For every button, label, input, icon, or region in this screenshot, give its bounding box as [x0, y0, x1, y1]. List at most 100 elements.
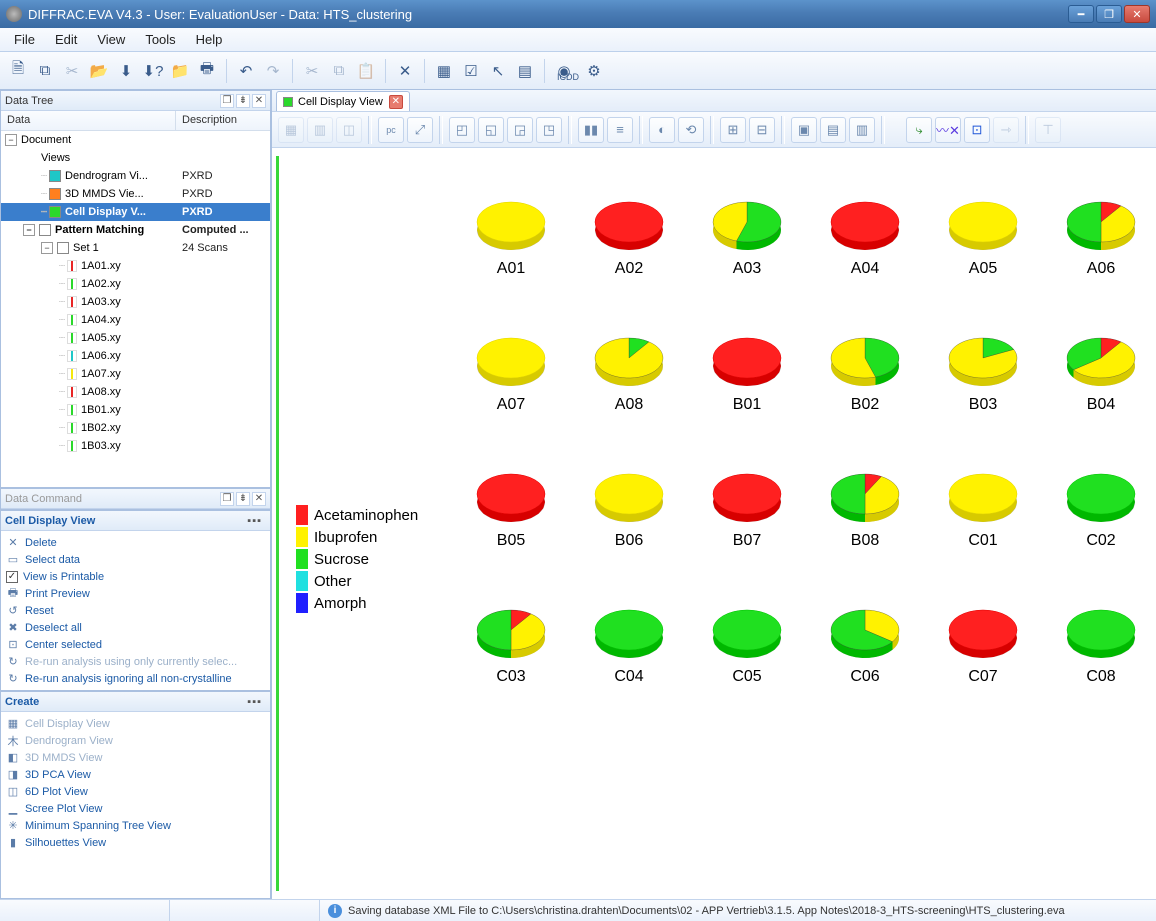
vtb-g3-icon[interactable]: ▥ — [849, 117, 875, 143]
pie-cell-B01[interactable]: B01 — [688, 334, 806, 414]
pie-cell-A05[interactable]: A05 — [924, 198, 1042, 278]
tree-views[interactable]: Views — [1, 149, 270, 167]
column-data[interactable]: Data — [1, 111, 176, 130]
tree-scan-item[interactable]: ┈1A02.xy — [1, 275, 270, 293]
vtb-pc-icon[interactable]: pc — [378, 117, 404, 143]
toolbar-cut2-icon[interactable]: ✂ — [300, 59, 324, 83]
pie-cell-C06[interactable]: C06 — [806, 606, 924, 686]
pie-cell-A08[interactable]: A08 — [570, 334, 688, 414]
vtb-g2-icon[interactable]: ▤ — [820, 117, 846, 143]
window-minimize-button[interactable]: ━ — [1068, 5, 1094, 23]
pie-cell-C08[interactable]: C08 — [1042, 606, 1156, 686]
vtb-tree-icon[interactable]: ⇾ — [993, 117, 1019, 143]
create-option[interactable]: ◫6D Plot View — [4, 783, 267, 800]
toolbar-paste-icon[interactable]: 📋 — [354, 59, 378, 83]
vtb-g1-icon[interactable]: ▣ — [791, 117, 817, 143]
pie-cell-A03[interactable]: A03 — [688, 198, 806, 278]
pie-cell-C02[interactable]: C02 — [1042, 470, 1156, 550]
pie-cell-C05[interactable]: C05 — [688, 606, 806, 686]
panel-menu-button[interactable]: ▪▪▪ — [243, 515, 266, 527]
menu-edit[interactable]: Edit — [45, 29, 87, 50]
create-option[interactable]: ▦Cell Display View — [4, 715, 267, 732]
tree-scan-item[interactable]: ┈1A07.xy — [1, 365, 270, 383]
pie-cell-B07[interactable]: B07 — [688, 470, 806, 550]
pie-cell-B06[interactable]: B06 — [570, 470, 688, 550]
tree-scan-item[interactable]: ┈1A06.xy — [1, 347, 270, 365]
vtb-btn-1[interactable]: ▦ — [278, 117, 304, 143]
cdv-option[interactable]: ↻Re-run analysis using only currently se… — [4, 653, 267, 670]
toolbar-redo-icon[interactable]: ↷ — [261, 59, 285, 83]
pie-cell-A02[interactable]: A02 — [570, 198, 688, 278]
tree-scan-item[interactable]: ┈1B01.xy — [1, 401, 270, 419]
vtb-grid1-icon[interactable]: ⊞ — [720, 117, 746, 143]
create-option[interactable]: ◨3D PCA View — [4, 766, 267, 783]
pie-cell-A06[interactable]: A06 — [1042, 198, 1156, 278]
toolbar-settings-icon[interactable]: ⚙ — [582, 59, 606, 83]
toolbar-cut-icon[interactable]: ✂ — [60, 59, 84, 83]
pie-cell-B03[interactable]: B03 — [924, 334, 1042, 414]
column-description[interactable]: Description — [176, 111, 243, 130]
pie-cell-C07[interactable]: C07 — [924, 606, 1042, 686]
create-option[interactable]: 木Dendrogram View — [4, 732, 267, 749]
vtb-t2-icon[interactable]: ⟲ — [678, 117, 704, 143]
menu-file[interactable]: File — [4, 29, 45, 50]
menu-view[interactable]: View — [87, 29, 135, 50]
vtb-grid2-icon[interactable]: ⊟ — [749, 117, 775, 143]
window-maximize-button[interactable]: ❐ — [1096, 5, 1122, 23]
tree-set[interactable]: −Set 124 Scans — [1, 239, 270, 257]
vtb-hier-icon[interactable]: ⊤ — [1035, 117, 1061, 143]
tree-scan-item[interactable]: ┈1A01.xy — [1, 257, 270, 275]
pie-cell-C03[interactable]: C03 — [452, 606, 570, 686]
menu-tools[interactable]: Tools — [135, 29, 185, 50]
vtb-branch-icon[interactable]: ⤷ — [906, 117, 932, 143]
tree-view-item[interactable]: ┈Dendrogram Vi...PXRD — [1, 167, 270, 185]
panel-pin-button[interactable]: ⇟ — [236, 94, 250, 108]
tree-pattern-matching[interactable]: −Pattern MatchingComputed ... — [1, 221, 270, 239]
window-close-button[interactable]: ✕ — [1124, 5, 1150, 23]
vtb-target-icon[interactable]: ⊡ — [964, 117, 990, 143]
panel-pin-button[interactable]: ⇟ — [236, 492, 250, 506]
vtb-lines-icon[interactable]: ≡ — [607, 117, 633, 143]
cdv-option[interactable]: ✖Deselect all — [4, 619, 267, 636]
pie-cell-A04[interactable]: A04 — [806, 198, 924, 278]
toolbar-open-icon[interactable]: 📂 — [87, 59, 111, 83]
create-option[interactable]: ◧3D MMDS View — [4, 749, 267, 766]
tree-scan-item[interactable]: ┈1A03.xy — [1, 293, 270, 311]
cdv-option[interactable]: ✓View is Printable — [4, 568, 267, 585]
pie-cell-C01[interactable]: C01 — [924, 470, 1042, 550]
toolbar-import-q-icon[interactable]: ⬇? — [141, 59, 165, 83]
toolbar-duplicate-icon[interactable]: ⧉ — [33, 59, 57, 83]
create-option[interactable]: ▁Scree Plot View — [4, 800, 267, 817]
panel-menu-button[interactable]: ▪▪▪ — [243, 696, 266, 708]
tree-scan-item[interactable]: ┈1A08.xy — [1, 383, 270, 401]
cdv-option[interactable]: 🖶Print Preview — [4, 585, 267, 602]
vtb-chart-icon[interactable]: ⤢ — [407, 117, 433, 143]
create-option[interactable]: ✳Minimum Spanning Tree View — [4, 817, 267, 834]
pie-cell-A07[interactable]: A07 — [452, 334, 570, 414]
toolbar-new-icon[interactable]: 🗎 — [6, 59, 30, 83]
pie-cell-A01[interactable]: A01 — [452, 198, 570, 278]
tree-scan-item[interactable]: ┈1B02.xy — [1, 419, 270, 437]
pie-cell-C04[interactable]: C04 — [570, 606, 688, 686]
tree-view-item[interactable]: ┈Cell Display V...PXRD — [1, 203, 270, 221]
pie-cell-B04[interactable]: B04 — [1042, 334, 1156, 414]
tree-scan-item[interactable]: ┈1B03.xy — [1, 437, 270, 455]
panel-close-button[interactable]: ✕ — [252, 492, 266, 506]
toolbar-grid-icon[interactable]: ▦ — [432, 59, 456, 83]
tab-close-button[interactable]: ✕ — [389, 95, 403, 109]
vtb-zoom3-icon[interactable]: ◲ — [507, 117, 533, 143]
vtb-t1-icon[interactable]: ◐ — [649, 117, 675, 143]
tab-cell-display-view[interactable]: Cell Display View ✕ — [276, 91, 410, 111]
tree-scan-item[interactable]: ┈1A05.xy — [1, 329, 270, 347]
cdv-option[interactable]: ⊡Center selected — [4, 636, 267, 653]
tree-document[interactable]: −Document — [1, 131, 270, 149]
toolbar-print-icon[interactable]: 🖶 — [195, 59, 219, 83]
vtb-zoom4-icon[interactable]: ◳ — [536, 117, 562, 143]
cdv-option[interactable]: ↺Reset — [4, 602, 267, 619]
pie-cell-B02[interactable]: B02 — [806, 334, 924, 414]
plot-area[interactable]: AcetaminophenIbuprofenSucroseOtherAmorph… — [272, 148, 1156, 899]
toolbar-delete-icon[interactable]: ✕ — [393, 59, 417, 83]
pie-cell-B05[interactable]: B05 — [452, 470, 570, 550]
pie-cell-B08[interactable]: B08 — [806, 470, 924, 550]
toolbar-import1-icon[interactable]: ⬇ — [114, 59, 138, 83]
